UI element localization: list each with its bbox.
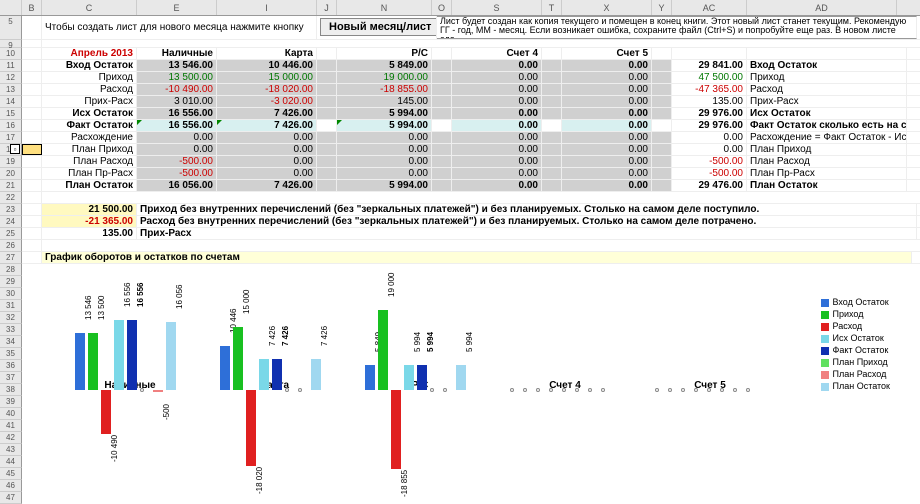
- row-11[interactable]: 11: [0, 60, 22, 72]
- row-pprrs[interactable]: План Пр-Расх -500.00 0.00 0.00 0.00 0.00…: [22, 168, 920, 180]
- col-T[interactable]: T: [542, 0, 562, 15]
- col-S[interactable]: S: [452, 0, 542, 15]
- row-ish[interactable]: Исх Остаток 16 556.00 7 426.00 5 994.00 …: [22, 108, 920, 120]
- row-29[interactable]: 29: [0, 276, 22, 288]
- spreadsheet: B C E I J N O S T X Y AC AD 591011121314…: [0, 0, 920, 500]
- row-5[interactable]: 5: [0, 16, 22, 40]
- row-37[interactable]: 37: [0, 372, 22, 384]
- row-prrs[interactable]: Прих-Расх 3 010.00 -3 020.00 145.00 0.00…: [22, 96, 920, 108]
- col-X[interactable]: X: [562, 0, 652, 15]
- corner[interactable]: [0, 0, 22, 15]
- row-post[interactable]: План Остаток 16 056.00 7 426.00 5 994.00…: [22, 180, 920, 192]
- row-22[interactable]: 22: [0, 192, 22, 204]
- col-B[interactable]: B: [22, 0, 42, 15]
- row-prihod[interactable]: Приход 13 500.00 15 000.00 19 000.00 0.0…: [22, 72, 920, 84]
- hdr-s4: Счет 4: [452, 48, 542, 59]
- period: Апрель 2013: [42, 48, 137, 59]
- row-20[interactable]: 20: [0, 168, 22, 180]
- row-43[interactable]: 43: [0, 444, 22, 456]
- row-42[interactable]: 42: [0, 432, 22, 444]
- row-24[interactable]: 24: [0, 216, 22, 228]
- row-pprih[interactable]: ▫ План Приход 0.00 0.00 0.00 0.00 0.00 0…: [22, 144, 920, 156]
- chart: Вход Остаток Приход Расход Исх Остаток Ф…: [60, 280, 900, 480]
- row-13[interactable]: 13: [0, 84, 22, 96]
- row-38[interactable]: 38: [0, 384, 22, 396]
- note: Лист будет создан как копия текущего и п…: [437, 16, 917, 39]
- row-prash[interactable]: План Расход -500.00 0.00 0.00 0.00 0.00 …: [22, 156, 920, 168]
- row-44[interactable]: 44: [0, 456, 22, 468]
- row-9[interactable]: 9: [0, 40, 22, 48]
- row-32[interactable]: 32: [0, 312, 22, 324]
- row-rash2[interactable]: Расхождение 0.00 0.00 0.00 0.00 0.00 0.0…: [22, 132, 920, 144]
- column-headers: B C E I J N O S T X Y AC AD: [0, 0, 920, 16]
- row-31[interactable]: 31: [0, 300, 22, 312]
- row-vhod[interactable]: Вход Остаток 13 546.00 10 446.00 5 849.0…: [22, 60, 920, 72]
- col-N[interactable]: N: [337, 0, 432, 15]
- hdr-s5: Счет 5: [562, 48, 652, 59]
- row-40[interactable]: 40: [0, 408, 22, 420]
- row-15[interactable]: 15: [0, 108, 22, 120]
- col-C[interactable]: C: [42, 0, 137, 15]
- row-17[interactable]: 17: [0, 132, 22, 144]
- legend: Вход Остаток Приход Расход Исх Остаток Ф…: [821, 295, 891, 393]
- row-33[interactable]: 33: [0, 324, 22, 336]
- row-41[interactable]: 41: [0, 420, 22, 432]
- row-39[interactable]: 39: [0, 396, 22, 408]
- col-Y[interactable]: Y: [652, 0, 672, 15]
- row-21[interactable]: 21: [0, 180, 22, 192]
- new-month-button[interactable]: Новый месяц/лист: [320, 18, 437, 36]
- col-E[interactable]: E: [137, 0, 217, 15]
- col-I[interactable]: I: [217, 0, 317, 15]
- row-rashod[interactable]: Расход -10 490.00 -18 020.00 -18 855.00 …: [22, 84, 920, 96]
- hdr-nal: Наличные: [137, 48, 217, 59]
- row-16[interactable]: 16: [0, 120, 22, 132]
- col-O[interactable]: O: [432, 0, 452, 15]
- col-AC[interactable]: AC: [672, 0, 747, 15]
- col-AD[interactable]: AD: [747, 0, 897, 15]
- selected-cell[interactable]: [22, 144, 42, 155]
- row-36[interactable]: 36: [0, 360, 22, 372]
- row-28[interactable]: 28: [0, 264, 22, 276]
- row-25[interactable]: 25: [0, 228, 22, 240]
- grid[interactable]: Чтобы создать лист для нового месяца наж…: [22, 16, 920, 264]
- row-35[interactable]: 35: [0, 348, 22, 360]
- row-34[interactable]: 34: [0, 336, 22, 348]
- instruction: Чтобы создать лист для нового месяца наж…: [42, 16, 317, 39]
- row-14[interactable]: 14: [0, 96, 22, 108]
- row-26[interactable]: 26: [0, 240, 22, 252]
- row-fakt[interactable]: Факт Остаток 16 556.00 7 426.00 5 994.00…: [22, 120, 920, 132]
- hdr-rs: Р/С: [337, 48, 432, 59]
- row-45[interactable]: 45: [0, 468, 22, 480]
- chart-header: График оборотов и остатков по счетам: [42, 252, 912, 263]
- row-12[interactable]: 12: [0, 72, 22, 84]
- row-23[interactable]: 23: [0, 204, 22, 216]
- row-headers: 5910111213141516171819202122232425262728…: [0, 16, 22, 504]
- row-27[interactable]: 27: [0, 252, 22, 264]
- row-46[interactable]: 46: [0, 480, 22, 492]
- row-10[interactable]: 10: [0, 48, 22, 60]
- row-30[interactable]: 30: [0, 288, 22, 300]
- col-J[interactable]: J: [317, 0, 337, 15]
- hdr-karta: Карта: [217, 48, 317, 59]
- outline-marker-icon[interactable]: ▫: [10, 144, 20, 154]
- row-47[interactable]: 47: [0, 492, 22, 504]
- row-19[interactable]: 19: [0, 156, 22, 168]
